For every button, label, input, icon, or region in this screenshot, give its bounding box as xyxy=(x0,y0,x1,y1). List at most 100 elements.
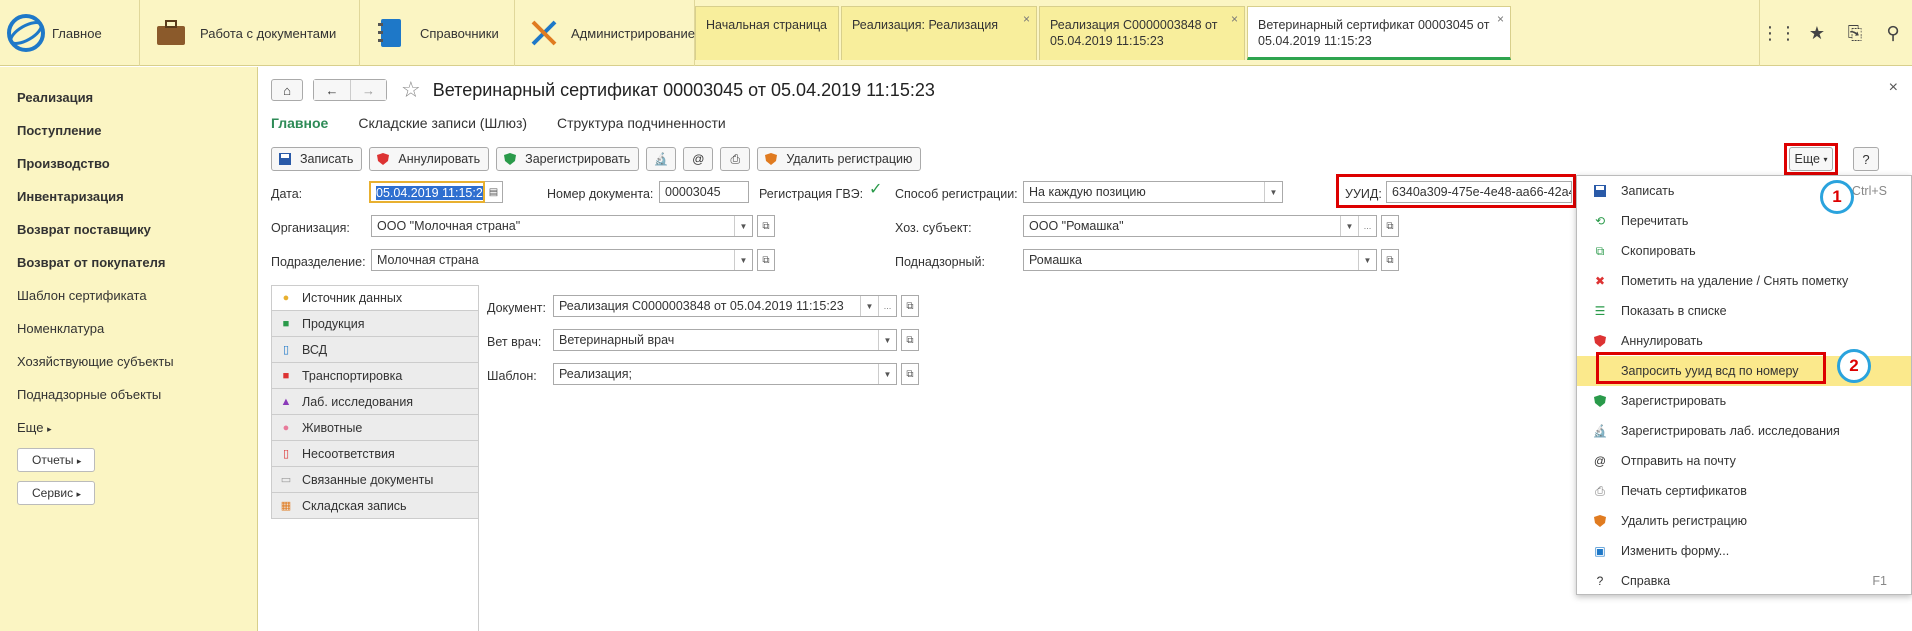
sidebar-item-receipts[interactable]: Поступление xyxy=(17,114,257,147)
menu-item-print[interactable]: ⎙ Печать сертификатов xyxy=(1577,476,1911,506)
organization-select[interactable]: ООО "Молочная страна" ▼ xyxy=(371,215,753,237)
ellipsis-icon[interactable]: … xyxy=(878,296,896,316)
reg-method-select[interactable]: На каждую позицию ▼ xyxy=(1023,181,1283,203)
open-supervised-icon[interactable]: ⧉ xyxy=(1381,249,1399,271)
section-references[interactable]: Справочники xyxy=(360,0,515,66)
menu-item-mark-delete[interactable]: ✖ Пометить на удаление / Снять пометку xyxy=(1577,266,1911,296)
calendar-icon[interactable]: ▤ xyxy=(485,181,503,203)
tab-vet-certificate[interactable]: Ветеринарный сертификат 00003045 от 05.0… xyxy=(1247,6,1511,60)
tab-home-page[interactable]: Начальная страница xyxy=(695,6,839,60)
print-button[interactable]: ⎙ xyxy=(720,147,751,171)
close-icon[interactable]: × xyxy=(1497,11,1504,27)
reports-button[interactable]: Отчеты ▸ xyxy=(17,448,95,472)
side-tab-vsd[interactable]: ▯ ВСД xyxy=(271,337,479,363)
side-tab-data-source[interactable]: ● Источник данных xyxy=(271,285,479,311)
subtab-subordination[interactable]: Структура подчиненности xyxy=(557,115,726,131)
sidebar-item-inventory[interactable]: Инвентаризация xyxy=(17,180,257,213)
history-icon[interactable]: ⎘ xyxy=(1836,23,1874,44)
section-home[interactable]: Главное xyxy=(52,0,140,66)
side-tab-lab[interactable]: ▲ Лаб. исследования xyxy=(271,389,479,415)
date-field[interactable]: 05.04.2019 11:15:23 xyxy=(369,181,485,203)
close-icon[interactable]: × xyxy=(1231,11,1238,27)
service-button[interactable]: Сервис ▸ xyxy=(17,481,95,505)
side-tab-label: Транспортировка xyxy=(302,368,403,383)
sidebar-item-return-supplier[interactable]: Возврат поставщику xyxy=(17,213,257,246)
chevron-down-icon[interactable]: ▼ xyxy=(1358,250,1376,270)
favorites-star-icon[interactable]: ★ xyxy=(1798,23,1836,44)
document-select[interactable]: Реализация С0000003848 от 05.04.2019 11:… xyxy=(553,295,897,317)
chevron-down-icon[interactable]: ▼ xyxy=(1340,216,1358,236)
favorite-star-icon[interactable]: ☆ xyxy=(401,77,421,103)
email-button[interactable]: @ xyxy=(683,147,714,171)
forward-arrow-icon[interactable]: → xyxy=(350,80,386,100)
menu-item-change-form[interactable]: ▣ Изменить форму... xyxy=(1577,536,1911,566)
close-form-icon[interactable]: × xyxy=(1889,79,1898,97)
close-icon[interactable]: × xyxy=(1023,11,1030,27)
template-select[interactable]: Реализация; ▼ xyxy=(553,363,897,385)
sidebar-item-sales[interactable]: Реализация xyxy=(17,81,257,114)
save-button[interactable]: Записать xyxy=(271,147,363,171)
subtab-main[interactable]: Главное xyxy=(271,115,328,131)
chevron-down-icon[interactable]: ▼ xyxy=(878,364,896,384)
menu-item-reread[interactable]: ⟲ Перечитать xyxy=(1577,206,1911,236)
sidebar-item-return-customer[interactable]: Возврат от покупателя xyxy=(17,246,257,279)
menu-item-copy[interactable]: ⧉ Скопировать xyxy=(1577,236,1911,266)
chevron-down-icon[interactable]: ▼ xyxy=(734,216,752,236)
supervised-select[interactable]: Ромашка ▼ xyxy=(1023,249,1377,271)
open-template-icon[interactable]: ⧉ xyxy=(901,363,919,385)
open-vet-icon[interactable]: ⧉ xyxy=(901,329,919,351)
sidebar-item-cert-template[interactable]: Шаблон сертификата xyxy=(17,279,257,312)
chevron-down-icon[interactable]: ▼ xyxy=(1264,182,1282,202)
tab-sales-list[interactable]: Реализация: Реализация × xyxy=(841,6,1037,60)
home-button[interactable]: ⌂ xyxy=(271,79,303,101)
open-document-icon[interactable]: ⧉ xyxy=(901,295,919,317)
side-tab-transport[interactable]: ■ Транспортировка xyxy=(271,363,479,389)
chevron-down-icon[interactable]: ▼ xyxy=(878,330,896,350)
app-logo-icon[interactable] xyxy=(0,0,52,66)
section-administration[interactable]: Администрирование xyxy=(515,0,695,66)
chevron-down-icon[interactable]: ▼ xyxy=(860,296,878,316)
open-organization-icon[interactable]: ⧉ xyxy=(757,215,775,237)
ellipsis-icon[interactable]: … xyxy=(1358,216,1376,236)
tab-sales-doc[interactable]: Реализация С0000003848 от 05.04.2019 11:… xyxy=(1039,6,1245,60)
sidebar-item-supervised-objects[interactable]: Поднадзорные объекты xyxy=(17,378,257,411)
section-documents[interactable]: Работа с документами xyxy=(140,0,360,66)
menu-item-register[interactable]: Зарегистрировать xyxy=(1577,386,1911,416)
help-button[interactable]: ? xyxy=(1853,147,1879,171)
subtab-warehouse-records[interactable]: Складские записи (Шлюз) xyxy=(358,115,527,131)
sidebar-item-nomenclature[interactable]: Номенклатура xyxy=(17,312,257,345)
menu-item-help[interactable]: ? Справка F1 xyxy=(1577,566,1911,596)
sidebar-item-production[interactable]: Производство xyxy=(17,147,257,180)
side-tab-products[interactable]: ■ Продукция xyxy=(271,311,479,337)
register-button[interactable]: Зарегистрировать xyxy=(496,147,640,171)
chevron-down-icon[interactable]: ▼ xyxy=(734,250,752,270)
department-select[interactable]: Молочная страна ▼ xyxy=(371,249,753,271)
vet-select[interactable]: Ветеринарный врач ▼ xyxy=(553,329,897,351)
sidebar-more[interactable]: Еще ▸ xyxy=(17,411,257,444)
menu-item-label: Аннулировать xyxy=(1621,334,1703,348)
side-tab-nonconformities[interactable]: ▯ Несоответствия xyxy=(271,441,479,467)
menu-item-send-email[interactable]: @ Отправить на почту xyxy=(1577,446,1911,476)
side-tab-related-docs[interactable]: ▭ Связанные документы xyxy=(271,467,479,493)
gvz-checkbox[interactable]: ✓ xyxy=(869,182,885,198)
cancel-button[interactable]: Аннулировать xyxy=(369,147,490,171)
doc-number-field[interactable]: 00003045 xyxy=(659,181,749,203)
menu-item-save[interactable]: Записать Ctrl+S xyxy=(1577,176,1911,206)
business-subject-select[interactable]: ООО "Ромашка" ▼… xyxy=(1023,215,1377,237)
open-subject-icon[interactable]: ⧉ xyxy=(1381,215,1399,237)
side-tab-warehouse-record[interactable]: ▦ Складская запись xyxy=(271,493,479,519)
menu-item-shortcut: Ctrl+S xyxy=(1851,184,1887,198)
menu-item-show-in-list[interactable]: ☰ Показать в списке xyxy=(1577,296,1911,326)
sidebar-item-business-entities[interactable]: Хозяйствующие субъекты xyxy=(17,345,257,378)
delete-registration-button[interactable]: Удалить регистрацию xyxy=(757,147,922,171)
organization-value: ООО "Молочная страна" xyxy=(377,219,521,233)
grid-icon[interactable]: ⋮⋮ xyxy=(1760,23,1798,44)
search-icon[interactable]: ⚲ xyxy=(1874,23,1912,44)
lab-button[interactable]: 🔬 xyxy=(646,147,677,171)
back-arrow-icon[interactable]: ← xyxy=(314,80,350,100)
side-tab-animals[interactable]: ● Животные xyxy=(271,415,479,441)
menu-item-register-lab[interactable]: 🔬 Зарегистрировать лаб. исследования xyxy=(1577,416,1911,446)
menu-item-delete-registration[interactable]: Удалить регистрацию xyxy=(1577,506,1911,536)
shield-orange-icon xyxy=(1591,512,1609,530)
open-department-icon[interactable]: ⧉ xyxy=(757,249,775,271)
